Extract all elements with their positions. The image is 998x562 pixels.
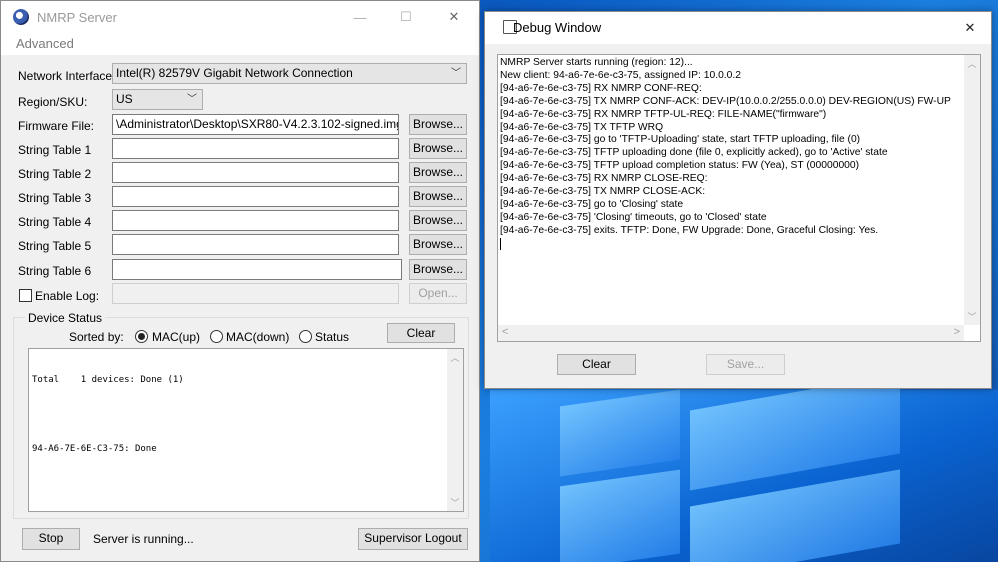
debug-log-content: NMRP Server starts running (region: 12).… (500, 57, 951, 250)
region-value: US (116, 92, 133, 106)
log-line: [94-a6-7e-6e-c3-75] RX NMRP TFTP-UL-REQ:… (500, 108, 827, 120)
scroll-right-icon[interactable]: > (954, 326, 960, 338)
string-table-label: String Table 2 (18, 167, 92, 181)
network-interface-label: Network Interface (18, 69, 113, 83)
sorted-by-label: Sorted by: (69, 330, 124, 344)
device-list-line: Total 1 devices: Done (1) (32, 375, 184, 385)
stop-button[interactable]: Stop (22, 528, 80, 550)
debug-log-vscrollbar[interactable]: ︿ ﹀ (964, 55, 980, 325)
firmware-browse-button[interactable]: Browse... (409, 114, 467, 135)
string-table-label: String Table 4 (18, 215, 92, 229)
string-table-label: String Table 5 (18, 239, 92, 253)
log-line: [94-a6-7e-6e-c3-75] RX NMRP CONF-REQ: (500, 82, 702, 94)
device-list[interactable]: Total 1 devices: Done (1) 94-A6-7E-6E-C3… (28, 348, 464, 512)
scroll-left-icon[interactable]: < (502, 326, 508, 338)
log-line: [94-a6-7e-6e-c3-75] TX NMRP CLOSE-ACK: (500, 186, 706, 198)
device-clear-button[interactable]: Clear (387, 323, 455, 343)
log-line: [94-a6-7e-6e-c3-75] go to 'Closing' stat… (500, 198, 684, 210)
string-table-label: String Table 1 (18, 143, 92, 157)
device-list-content: Total 1 devices: Done (1) 94-A6-7E-6E-C3… (32, 352, 184, 479)
enable-log-label: Enable Log: (35, 289, 100, 303)
close-button[interactable]: ✕ (431, 1, 477, 33)
string-table-label: String Table 3 (18, 191, 92, 205)
string-table-browse-button[interactable]: Browse... (409, 186, 467, 207)
device-list-scrollbar[interactable]: ︿ ﹀ (447, 349, 463, 511)
debug-clear-button[interactable]: Clear (557, 354, 636, 375)
sort-mac-up-label: MAC(up) (152, 330, 201, 344)
string-table-browse-button[interactable]: Browse... (409, 162, 467, 183)
supervisor-logout-button[interactable]: Supervisor Logout (358, 528, 468, 550)
firmware-file-input[interactable]: \Administrator\Desktop\SXR80-V4.2.3.102-… (112, 114, 399, 135)
scroll-down-icon[interactable]: ﹀ (447, 496, 463, 509)
log-line: [94-a6-7e-6e-c3-75] TX TFTP WRQ (500, 121, 664, 133)
sort-status-radio[interactable] (299, 330, 312, 343)
app-icon (13, 9, 29, 25)
text-cursor (500, 237, 501, 250)
device-list-line: 94-A6-7E-6E-C3-75: Done (32, 444, 157, 454)
log-line: [94-a6-7e-6e-c3-75] TFTP upload completi… (500, 160, 860, 172)
log-line: [94-a6-7e-6e-c3-75] RX NMRP CLOSE-REQ: (500, 173, 708, 185)
window-title: NMRP Server (37, 9, 117, 25)
debug-window-title: Debug Window (513, 20, 602, 35)
log-line: New client: 94-a6-7e-6e-c3-75, assigned … (500, 69, 741, 81)
string-table-input[interactable] (112, 210, 399, 231)
string-table-browse-button[interactable]: Browse... (409, 138, 467, 159)
enable-log-checkbox[interactable] (19, 289, 32, 302)
minimize-button[interactable]: — (337, 1, 383, 33)
debug-window: Debug Window ✕ NMRP Server starts runnin… (484, 11, 992, 389)
sort-mac-down-label: MAC(down) (226, 330, 290, 344)
log-line: [94-a6-7e-6e-c3-75] go to 'TFTP-Uploadin… (500, 134, 861, 146)
network-interface-select[interactable]: Intel(R) 82579V Gigabit Network Connecti… (112, 63, 467, 84)
menu-advanced[interactable]: Advanced (1, 33, 479, 55)
title-bar: NMRP Server — ☐ ✕ (1, 1, 479, 33)
string-table-browse-button[interactable]: Browse... (409, 234, 467, 255)
string-table-browse-button[interactable]: Browse... (409, 210, 467, 231)
string-table-label: String Table 6 (18, 264, 92, 278)
debug-save-button[interactable]: Save... (706, 354, 785, 375)
device-list-line (32, 410, 184, 422)
log-line: NMRP Server starts running (region: 12).… (500, 57, 693, 68)
chevron-down-icon: ﹀ (451, 68, 461, 79)
network-interface-value: Intel(R) 82579V Gigabit Network Connecti… (116, 66, 353, 80)
windows-logo-pane (560, 469, 680, 562)
device-status-label: Device Status (25, 311, 106, 325)
debug-log-hscrollbar[interactable]: < > (498, 325, 964, 341)
region-select[interactable]: US ﹀ (112, 89, 203, 110)
string-table-input[interactable] (112, 186, 399, 207)
string-table-input[interactable] (112, 234, 399, 255)
string-table-input[interactable] (112, 162, 399, 183)
nmrp-server-window: NMRP Server — ☐ ✕ Advanced Network Inter… (0, 0, 480, 562)
sort-mac-down-radio[interactable] (210, 330, 223, 343)
scroll-down-icon[interactable]: ﹀ (964, 310, 980, 323)
log-line: [94-a6-7e-6e-c3-75] 'Closing' timeouts, … (500, 211, 767, 223)
string-table-input[interactable] (112, 138, 399, 159)
debug-log[interactable]: NMRP Server starts running (region: 12).… (497, 54, 981, 342)
string-table-input[interactable] (112, 259, 402, 280)
log-line: [94-a6-7e-6e-c3-75] TFTP uploading done … (500, 147, 888, 159)
log-line: [94-a6-7e-6e-c3-75] TX NMRP CONF-ACK: DE… (500, 95, 951, 107)
scroll-up-icon[interactable]: ︿ (964, 57, 980, 70)
server-status-text: Server is running... (93, 532, 194, 546)
region-label: Region/SKU: (18, 95, 88, 109)
string-table-browse-button[interactable]: Browse... (409, 259, 467, 280)
maximize-button[interactable]: ☐ (383, 1, 429, 33)
open-log-button[interactable]: Open... (409, 283, 467, 304)
sort-status-label: Status (315, 330, 350, 344)
sort-mac-up-radio[interactable] (135, 330, 148, 343)
firmware-file-label: Firmware File: (18, 119, 95, 133)
log-file-input (112, 283, 399, 304)
chevron-down-icon: ﹀ (187, 94, 197, 105)
debug-title-bar: Debug Window ✕ (485, 12, 991, 44)
debug-close-button[interactable]: ✕ (947, 12, 993, 44)
log-line: [94-a6-7e-6e-c3-75] exits. TFTP: Done, F… (500, 224, 879, 236)
scroll-up-icon[interactable]: ︿ (447, 351, 463, 364)
